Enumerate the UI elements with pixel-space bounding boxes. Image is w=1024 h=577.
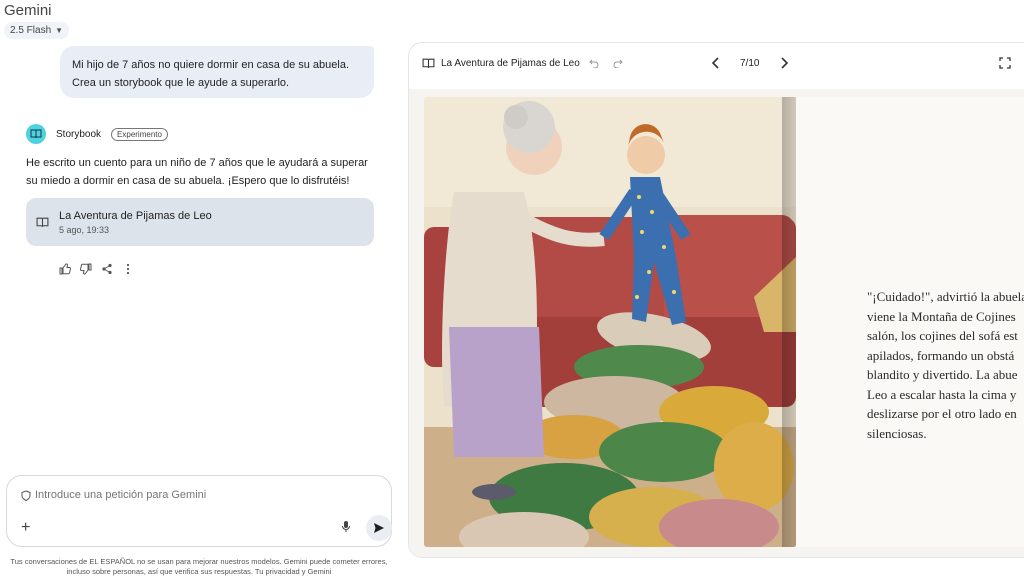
assistant-header: Storybook Experimento (26, 124, 168, 144)
page-indicator: 7/10 (740, 58, 760, 69)
shield-icon (21, 490, 31, 501)
plus-icon[interactable]: + (21, 519, 30, 537)
fullscreen-icon[interactable] (999, 57, 1011, 69)
story-illustration (424, 97, 796, 547)
storybook-card-title: La Aventura de Pijamas de Leo (59, 209, 212, 222)
experiment-badge: Experimento (111, 127, 168, 141)
chevron-left-icon[interactable] (711, 57, 721, 69)
send-icon (374, 523, 384, 533)
story-text: "¡Cuidado!", advirtió la abuela viene la… (867, 289, 1024, 441)
canvas-title: La Aventura de Pijamas de Leo (441, 58, 580, 69)
redo-icon[interactable] (613, 58, 623, 68)
prompt-input[interactable] (31, 484, 371, 506)
book-icon (36, 217, 49, 227)
app-title: Gemini (4, 2, 52, 19)
mic-icon[interactable] (341, 520, 351, 533)
undo-icon[interactable] (589, 58, 599, 68)
prompt-box: + (6, 475, 392, 547)
chevron-down-icon: ▼ (55, 26, 64, 35)
disclaimer: Tus conversaciones de EL ESPAÑOL no se u… (10, 557, 388, 576)
send-button[interactable] (366, 515, 392, 541)
assistant-message: He escrito un cuento para un niño de 7 a… (26, 157, 368, 187)
storybook-card-date: 5 ago, 19:33 (59, 224, 110, 235)
storybook-card[interactable]: La Aventura de Pijamas de Leo 5 ago, 19:… (26, 198, 374, 246)
canvas-toolbar: La Aventura de Pijamas de Leo 7/10 (409, 43, 1024, 85)
storybook-card-text: La Aventura de Pijamas de Leo 5 ago, 19:… (59, 210, 212, 235)
thumbs-down-icon[interactable] (79, 262, 92, 275)
user-message: Mi hijo de 7 años no quiere dormir en ca… (60, 46, 374, 98)
model-selector[interactable]: 2.5 Flash ▼ (4, 22, 70, 39)
message-actions (58, 262, 134, 275)
assistant-name: Storybook (56, 128, 102, 140)
more-icon[interactable] (121, 262, 134, 275)
chevron-right-icon[interactable] (779, 57, 789, 69)
book-icon (422, 58, 435, 68)
book-icon (26, 124, 46, 144)
share-icon[interactable] (100, 262, 113, 275)
thumbs-up-icon[interactable] (58, 262, 71, 275)
storybook-spread: "¡Cuidado!", advirtió la abuela viene la… (409, 89, 1024, 557)
model-label: 2.5 Flash (10, 25, 52, 36)
canvas-panel: La Aventura de Pijamas de Leo 7/10 "¡Cui… (408, 42, 1024, 558)
